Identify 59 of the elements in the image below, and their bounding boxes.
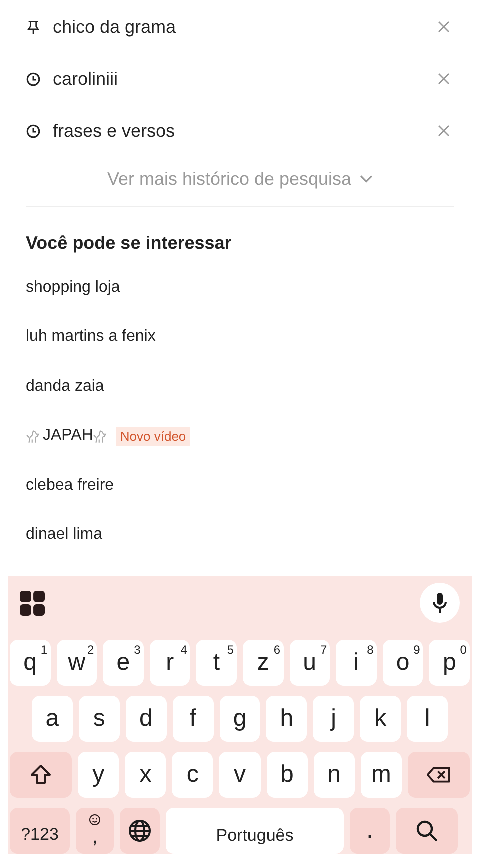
new-video-badge: Novo vídeo — [116, 426, 190, 446]
key[interactable]: g — [220, 696, 260, 742]
key[interactable]: n — [314, 752, 355, 798]
search-key[interactable] — [396, 808, 458, 854]
key[interactable]: q $^{1}$ — [10, 640, 51, 686]
key[interactable]: w$^{2}$ — [56, 640, 98, 686]
suggestion-item[interactable]: clebea freire — [26, 476, 114, 495]
microphone-button[interactable] — [420, 583, 460, 623]
suggestion-item[interactable]: shopping loja — [26, 278, 120, 297]
smiley-icon — [89, 814, 101, 826]
key[interactable]: s — [78, 696, 120, 742]
history-item[interactable]: caroliniii — [53, 68, 438, 90]
key[interactable]: i $^{8}$ — [336, 640, 377, 686]
key[interactable]: h — [266, 696, 308, 742]
space-key[interactable]: Português — [166, 808, 344, 854]
period-key[interactable]: . — [350, 808, 390, 854]
apps-grid-icon[interactable] — [20, 590, 45, 616]
close-icon[interactable] — [438, 125, 450, 137]
key[interactable]: u $^{7}$ — [290, 640, 330, 686]
suggestion-item[interactable]: luh martins a fenix — [26, 328, 156, 346]
chevron-down-icon — [360, 174, 373, 184]
backspace-key[interactable] — [408, 752, 470, 798]
key[interactable]: y — [78, 752, 120, 798]
language-key[interactable] — [120, 808, 160, 854]
symbols-key[interactable]: ?123 — [10, 808, 70, 854]
suggestion-item[interactable]: dinael lima — [26, 526, 102, 544]
key[interactable]: t $^{5}$ — [196, 640, 237, 686]
shift-key[interactable] — [10, 752, 72, 798]
key[interactable]: m — [360, 752, 402, 798]
history-item[interactable]: frases e versos — [53, 120, 438, 142]
shift-arrow-icon — [29, 763, 53, 787]
key[interactable]: v — [219, 752, 261, 798]
close-icon[interactable] — [438, 21, 450, 33]
key[interactable]: z $^{6}$ — [242, 640, 284, 686]
key[interactable]: b — [266, 752, 308, 798]
suggestion-item[interactable]: danda zaia — [26, 378, 104, 396]
section-title: Você pode se interessar — [26, 233, 233, 255]
close-icon[interactable] — [438, 73, 450, 85]
history-item[interactable]: chico da grama — [53, 16, 438, 38]
key[interactable]: j — [313, 696, 354, 742]
clock-icon — [26, 72, 41, 86]
key[interactable]: p $^{0}$ — [429, 640, 470, 686]
search-icon — [415, 819, 439, 843]
key[interactable]: e $^{3}$ — [103, 640, 144, 686]
globe-icon — [128, 819, 152, 843]
key[interactable]: x — [125, 752, 166, 798]
key[interactable]: o $^{9}$ — [382, 640, 424, 686]
key[interactable]: c — [172, 752, 214, 798]
key[interactable]: d — [126, 696, 167, 742]
key[interactable]: l — [407, 696, 448, 742]
comma-key[interactable]: , — [76, 808, 114, 854]
microphone-icon — [432, 592, 448, 614]
key[interactable]: r $^{4}$ — [150, 640, 190, 686]
key[interactable]: k — [360, 696, 402, 742]
suggestion-item[interactable]: JAPAH — [43, 427, 94, 446]
key[interactable]: f — [172, 696, 214, 742]
pin-icon — [26, 20, 41, 34]
key[interactable]: a — [32, 696, 73, 742]
clock-icon — [26, 124, 41, 138]
